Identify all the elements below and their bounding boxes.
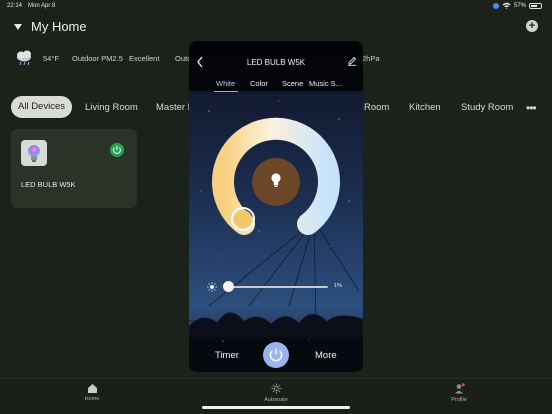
brightness-value: 1% <box>334 283 342 289</box>
nav-profile-label: Profile <box>451 397 467 403</box>
status-indicators: 57% <box>492 2 542 9</box>
automate-icon <box>271 383 281 394</box>
mode-tab-indicator <box>214 91 238 92</box>
battery-icon <box>529 2 542 9</box>
modal-title: LED BULB W5K <box>246 58 306 67</box>
device-power-toggle[interactable] <box>110 143 124 157</box>
power-icon <box>113 146 121 154</box>
pm-value: Excellent <box>129 54 160 63</box>
cloud-rain-icon <box>17 50 31 66</box>
color-temperature-wheel[interactable] <box>211 115 341 240</box>
more-button[interactable]: More <box>315 350 337 361</box>
add-button[interactable]: + <box>526 20 538 32</box>
mode-tab-white[interactable]: White <box>216 79 235 88</box>
nav-automate-label: Automate <box>264 397 288 403</box>
edit-icon[interactable] <box>347 56 357 66</box>
status-date: Mon Apr 8 <box>28 3 56 9</box>
temperature-text: 54°F <box>43 54 59 63</box>
tab-room[interactable]: Room <box>364 102 389 113</box>
location-icon <box>492 2 499 9</box>
pressure-value: 2hPa <box>362 54 380 63</box>
timer-button[interactable]: Timer <box>215 350 239 361</box>
nav-home[interactable]: Home <box>72 383 112 402</box>
brightness-track[interactable] <box>227 286 328 288</box>
status-bar: 22:14 Mon Apr 8 57% <box>0 0 552 12</box>
nav-automate[interactable]: Automate <box>256 383 296 403</box>
tab-kitchen[interactable]: Kitchen <box>409 102 441 113</box>
status-time: 22:14 <box>7 3 23 9</box>
nav-profile[interactable]: Profile <box>439 383 479 403</box>
brightness-thumb[interactable] <box>222 281 234 292</box>
sun-icon <box>207 282 217 292</box>
profile-icon <box>454 383 465 394</box>
bulb-icon <box>28 145 40 162</box>
wifi-icon <box>502 2 511 9</box>
home-title: My Home <box>31 19 87 34</box>
home-icon <box>87 384 97 393</box>
power-button[interactable] <box>263 342 289 368</box>
tab-study-room[interactable]: Study Room <box>461 102 513 113</box>
device-card[interactable]: LED BULB W5K <box>11 129 137 208</box>
device-control-modal: LED BULB W5K White Color Scene Music S..… <box>189 41 363 372</box>
battery-percent: 57% <box>513 2 526 9</box>
brightness-slider[interactable]: 1% <box>207 281 352 293</box>
bulb-thumbnail <box>21 140 47 166</box>
more-dots-icon[interactable]: ••• <box>526 101 537 115</box>
mode-tab-color[interactable]: Color <box>250 79 268 88</box>
home-indicator <box>202 406 350 409</box>
mode-tab-scene[interactable]: Scene <box>282 79 303 88</box>
pm-label: Outdoor PM2.5 <box>72 54 123 63</box>
caret-down-icon <box>14 23 22 30</box>
nav-home-label: Home <box>84 396 100 402</box>
tab-living-room[interactable]: Living Room <box>85 102 138 113</box>
mode-tab-music[interactable]: Music S... <box>309 79 342 88</box>
home-selector[interactable]: My Home <box>14 19 87 34</box>
power-icon <box>269 348 283 362</box>
tab-all-devices[interactable]: All Devices <box>11 96 72 118</box>
device-name: LED BULB W5K <box>21 180 76 189</box>
